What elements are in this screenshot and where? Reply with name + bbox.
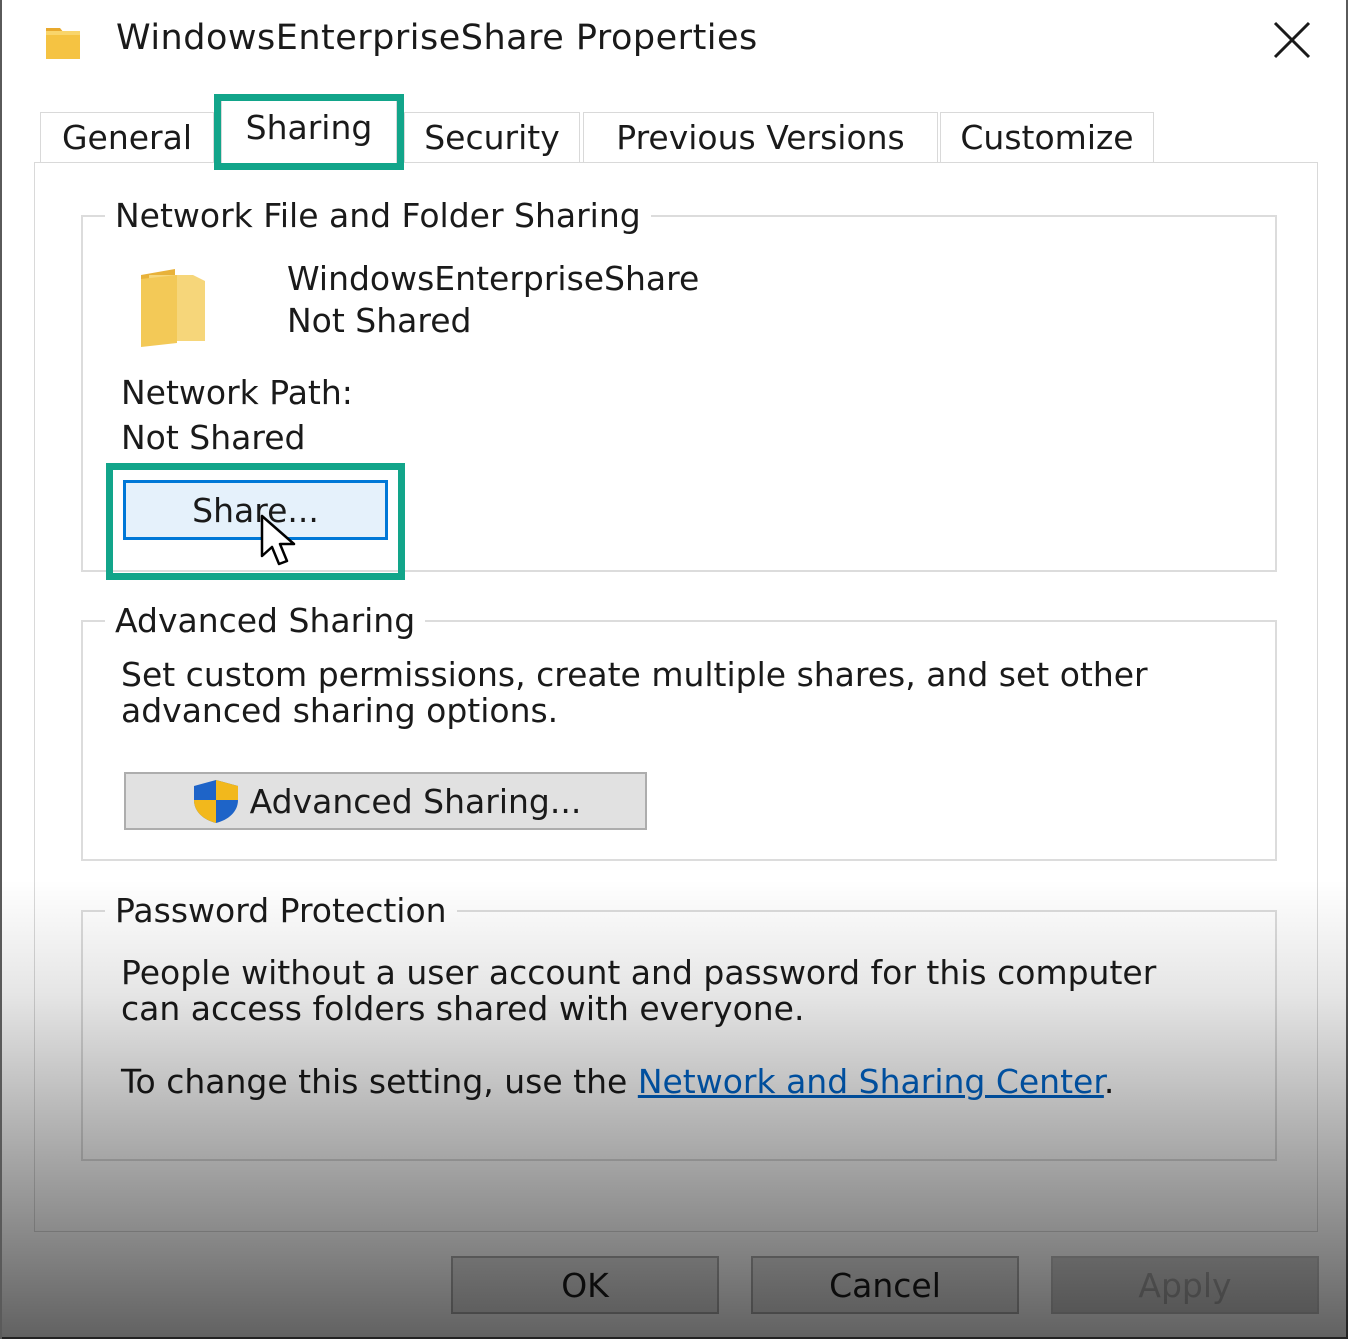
share-button[interactable]: Share... [123, 480, 388, 540]
sharing-tab-panel: Network File and Folder Sharing WindowsE… [34, 162, 1318, 1232]
advanced-sharing-button-label: Advanced Sharing... [249, 781, 582, 821]
network-path-value: Not Shared [121, 418, 306, 457]
cancel-button[interactable]: Cancel [751, 1256, 1019, 1314]
change-setting-prefix: To change this setting, use the [121, 1062, 638, 1101]
password-protection-legend: Password Protection [115, 891, 447, 930]
close-icon [1272, 20, 1312, 64]
ok-button[interactable]: OK [451, 1256, 719, 1314]
shared-folder-icon [135, 265, 215, 353]
advanced-sharing-button[interactable]: Advanced Sharing... [124, 772, 647, 830]
properties-window: WindowsEnterpriseShare Properties Genera… [0, 0, 1348, 1339]
change-setting-text: To change this setting, use the Network … [121, 1062, 1114, 1101]
advanced-sharing-description-2: advanced sharing options. [121, 691, 559, 730]
window-title: WindowsEnterpriseShare Properties [116, 18, 758, 58]
password-protection-description-1: People without a user account and passwo… [121, 953, 1157, 992]
tab-security[interactable]: Security [404, 112, 580, 162]
folder-name: WindowsEnterpriseShare [287, 259, 700, 298]
advanced-sharing-description-1: Set custom permissions, create multiple … [121, 655, 1148, 694]
change-setting-suffix: . [1103, 1062, 1115, 1101]
advanced-sharing-legend: Advanced Sharing [115, 601, 416, 640]
network-sharing-center-link[interactable]: Network and Sharing Center [638, 1062, 1104, 1101]
network-path-label: Network Path: [121, 373, 353, 412]
tab-sharing[interactable]: Sharing [221, 100, 397, 164]
network-sharing-legend: Network File and Folder Sharing [115, 196, 641, 235]
title-bar: WindowsEnterpriseShare Properties [2, 0, 1346, 86]
uac-shield-icon [190, 778, 242, 824]
password-protection-description-2: can access folders shared with everyone. [121, 989, 805, 1028]
folder-icon [42, 22, 88, 62]
apply-button[interactable]: Apply [1051, 1256, 1319, 1314]
tab-general[interactable]: General [40, 112, 214, 162]
close-button[interactable] [1262, 14, 1322, 70]
tab-customize[interactable]: Customize [940, 112, 1154, 162]
folder-share-status: Not Shared [287, 301, 472, 340]
tab-previous-versions[interactable]: Previous Versions [583, 112, 938, 162]
